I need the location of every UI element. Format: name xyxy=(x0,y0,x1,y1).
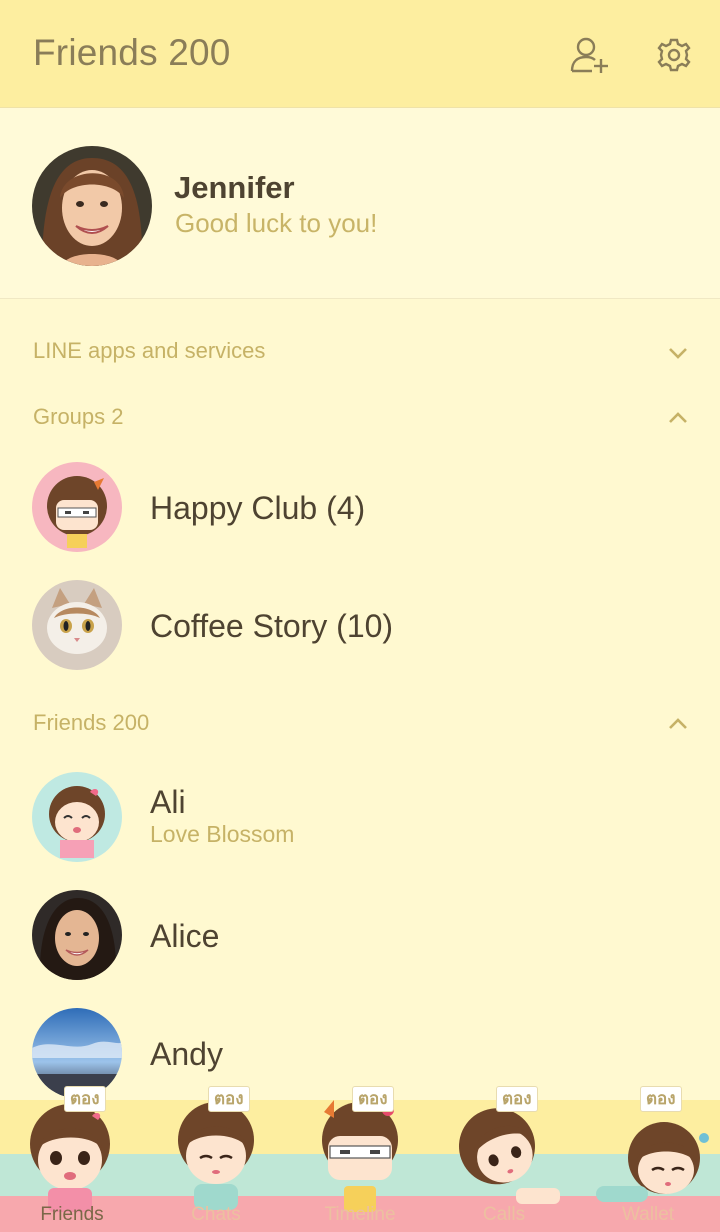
tab-wallet[interactable]: ตอง Wallet xyxy=(576,1086,720,1232)
tab-badge: ตอง xyxy=(496,1086,538,1112)
section-groups-title[interactable]: Groups 2 xyxy=(33,404,124,430)
friend-row-alice[interactable]: Alice xyxy=(0,876,720,994)
group-row-happy-club[interactable]: Happy Club (4) xyxy=(0,448,720,566)
friend-status: Love Blossom xyxy=(150,821,295,847)
chevron-up-icon[interactable] xyxy=(665,711,691,737)
group-row-coffee-story[interactable]: Coffee Story (10) xyxy=(0,566,720,684)
tab-timeline[interactable]: ตอง Timeline xyxy=(288,1086,432,1232)
group-name: Coffee Story (10) xyxy=(150,608,394,644)
friend-avatar xyxy=(32,1008,122,1098)
tab-chats[interactable]: ตอง Chats xyxy=(144,1086,288,1232)
group-avatar xyxy=(32,462,122,552)
friend-avatar xyxy=(32,772,122,862)
my-profile[interactable]: Jennifer Good luck to you! xyxy=(0,108,720,299)
group-avatar xyxy=(32,580,122,670)
tab-badge: ตอง xyxy=(640,1086,682,1112)
chevron-down-icon[interactable] xyxy=(665,340,691,366)
tab-badge: ตอง xyxy=(64,1086,106,1112)
section-services-title[interactable]: LINE apps and services xyxy=(33,338,265,364)
profile-name: Jennifer xyxy=(174,170,295,205)
tab-label: Timeline xyxy=(324,1204,396,1225)
avatar[interactable] xyxy=(32,146,152,266)
tab-badge: ตอง xyxy=(352,1086,394,1112)
friend-row-ali[interactable]: Ali Love Blossom xyxy=(0,758,720,876)
page-title: Friends 200 xyxy=(33,32,231,73)
friend-name: Andy xyxy=(150,1036,223,1072)
friend-name: Alice xyxy=(150,918,220,954)
tab-badge: ตอง xyxy=(208,1086,250,1112)
group-name: Happy Club (4) xyxy=(150,490,366,526)
profile-status: Good luck to you! xyxy=(175,208,378,238)
chevron-up-icon[interactable] xyxy=(665,405,691,431)
tab-label: Chats xyxy=(191,1204,241,1225)
app-header: Friends 200 xyxy=(0,0,720,108)
tab-label: Wallet xyxy=(621,1204,675,1225)
friend-avatar xyxy=(32,890,122,980)
bottom-tab-bar: ตอง Friends ตอง Chats ตอง Timeline ตอง C… xyxy=(0,1086,720,1232)
tab-friends[interactable]: ตอง Friends xyxy=(0,1086,144,1232)
add-friend-icon[interactable] xyxy=(568,33,612,77)
gear-icon[interactable] xyxy=(652,33,696,77)
tab-calls[interactable]: ตอง Calls xyxy=(432,1086,576,1232)
section-friends-title[interactable]: Friends 200 xyxy=(33,710,149,736)
tab-label: Calls xyxy=(482,1204,526,1225)
tab-label: Friends xyxy=(40,1204,104,1225)
friend-name: Ali xyxy=(150,784,186,820)
